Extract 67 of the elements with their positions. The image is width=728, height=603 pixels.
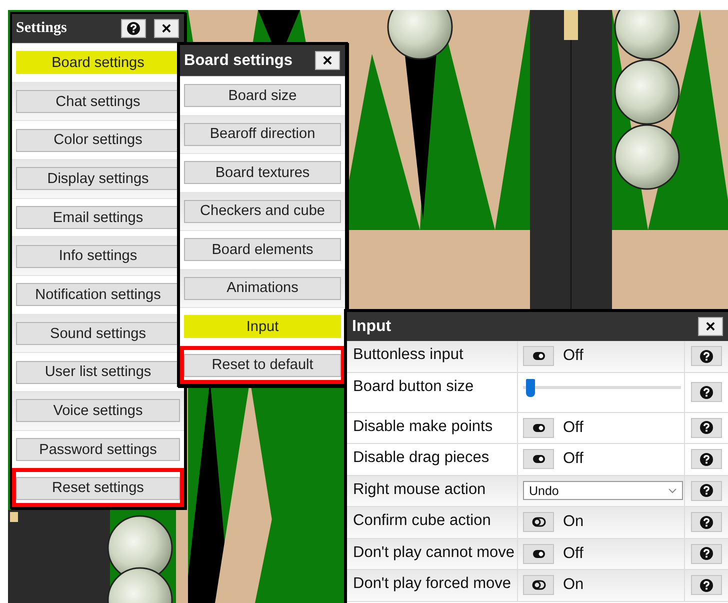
menu-button[interactable]: User list settings: [16, 360, 180, 384]
help-button[interactable]: [691, 575, 722, 596]
toggle-state-text: On: [563, 576, 584, 594]
menu-button[interactable]: Animations: [184, 276, 341, 300]
toggle-state-text: Off: [563, 418, 584, 437]
setting-label: Confirm cube action: [352, 512, 491, 530]
toggle-state-text: Off: [563, 347, 584, 366]
menu-button[interactable]: Reset to default: [184, 354, 341, 377]
setting-label: Right mouse action: [352, 480, 486, 498]
toggle-button[interactable]: [523, 575, 554, 596]
toggle-button[interactable]: [523, 449, 554, 470]
menu-button[interactable]: Board size: [184, 84, 341, 108]
help-icon: [700, 386, 713, 398]
menu-button[interactable]: Board textures: [184, 161, 341, 184]
window-title: Settings: [16, 20, 68, 37]
help-button[interactable]: [121, 19, 146, 38]
help-button[interactable]: [691, 480, 722, 501]
dropdown-field[interactable]: Undo: [523, 481, 683, 500]
help-button[interactable]: [691, 346, 722, 366]
menu-button[interactable]: Password settings: [16, 438, 180, 462]
slider-thumb[interactable]: [526, 378, 535, 396]
toggle-button[interactable]: [523, 418, 554, 438]
help-button[interactable]: [691, 418, 722, 438]
setting-label: Buttonless input: [352, 346, 464, 364]
toggle-state-text: Off: [563, 450, 584, 468]
toggle-state-text: On: [563, 513, 584, 532]
setting-label: Board button size: [352, 378, 474, 396]
setting-label: Disable make points: [352, 418, 493, 436]
menu-button[interactable]: Board elements: [184, 238, 341, 262]
help-icon: [127, 22, 140, 35]
close-button[interactable]: ×: [315, 51, 340, 70]
help-button[interactable]: [691, 449, 722, 470]
menu-button[interactable]: Info settings: [16, 244, 180, 268]
menu-button[interactable]: Display settings: [16, 167, 180, 190]
menu-button[interactable]: Notification settings: [16, 283, 180, 306]
menu-button[interactable]: Reset settings: [16, 476, 180, 500]
help-icon: [700, 578, 713, 592]
help-button[interactable]: [691, 382, 722, 402]
window-title: Board settings: [184, 52, 294, 70]
menu-button[interactable]: Color settings: [16, 128, 180, 152]
menu-button[interactable]: Voice settings: [16, 399, 180, 422]
help-button[interactable]: [691, 544, 722, 564]
help-icon: [700, 484, 713, 498]
window-title: Input: [352, 318, 392, 336]
help-button[interactable]: [691, 512, 722, 532]
help-icon: [700, 350, 713, 363]
toggle-button[interactable]: [523, 346, 554, 366]
menu-button[interactable]: Chat settings: [16, 90, 180, 113]
toggle-button[interactable]: [523, 544, 554, 564]
help-icon: [700, 421, 713, 434]
setting-label: Don't play cannot move: [352, 544, 514, 562]
menu-button[interactable]: Sound settings: [16, 322, 180, 346]
menu-button[interactable]: Board settings: [16, 51, 180, 74]
help-icon: [700, 516, 713, 529]
menu-button[interactable]: Bearoff direction: [184, 122, 341, 146]
close-button[interactable]: ×: [698, 317, 723, 336]
menu-button[interactable]: Email settings: [16, 206, 180, 230]
setting-label: Don't play forced move: [352, 575, 512, 593]
help-icon: [700, 452, 713, 466]
close-button[interactable]: ×: [154, 19, 179, 38]
menu-button[interactable]: Checkers and cube: [184, 200, 341, 223]
setting-label: Disable drag pieces: [352, 449, 490, 467]
toggle-button[interactable]: [523, 512, 554, 532]
help-icon: [700, 547, 713, 560]
chevron-down-icon: [668, 488, 677, 494]
menu-button[interactable]: Input: [184, 315, 341, 338]
toggle-state-text: Off: [563, 544, 584, 563]
